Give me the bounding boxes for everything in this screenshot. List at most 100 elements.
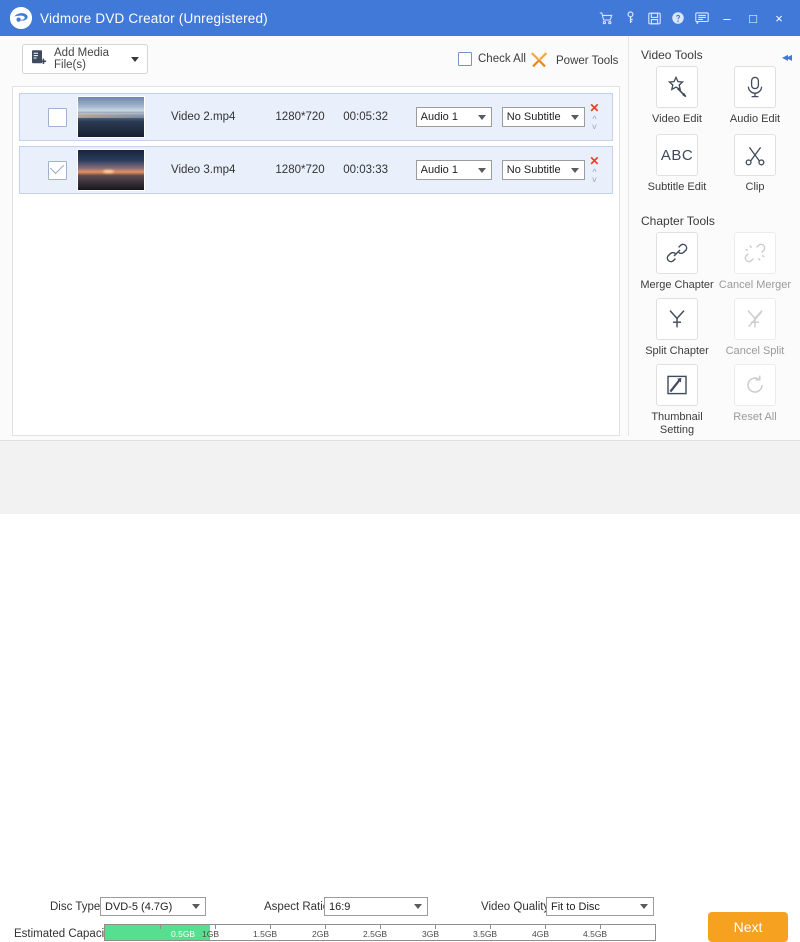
app-title: Vidmore DVD Creator (Unregistered) xyxy=(40,10,268,26)
file-duration: 00:03:33 xyxy=(343,164,389,176)
chevron-down-icon xyxy=(477,114,486,120)
close-icon[interactable]: ✕ xyxy=(585,155,604,167)
tool-label: Clip xyxy=(745,181,765,193)
file-resolution: 1280*720 xyxy=(275,111,325,123)
feedback-icon[interactable] xyxy=(690,6,714,30)
capacity-tick-label: 1GB xyxy=(202,929,220,939)
chevron-down-icon[interactable] xyxy=(131,56,139,62)
subtitle-select[interactable]: No Subtitle xyxy=(501,160,585,180)
disc-type-label: Disc Type xyxy=(50,901,101,913)
close-button[interactable]: × xyxy=(766,6,792,30)
chevron-down-icon xyxy=(570,114,579,120)
add-file-icon xyxy=(31,49,48,69)
file-name: Video 2.mp4 xyxy=(171,111,236,123)
audio-track-select[interactable]: Audio 1 xyxy=(415,107,492,127)
power-tools-button[interactable]: Power Tools xyxy=(530,50,618,71)
minimize-button[interactable]: – xyxy=(714,6,740,30)
tool-label: Audio Edit xyxy=(729,113,781,125)
audio-track-select[interactable]: Audio 1 xyxy=(415,160,492,180)
aspect-ratio-select[interactable]: 16:9 xyxy=(324,897,428,916)
subtitle-select[interactable]: No Subtitle xyxy=(501,107,585,127)
tool-label: Cancel Merger xyxy=(718,279,792,291)
maximize-button[interactable]: □ xyxy=(740,6,766,30)
row-checkbox[interactable] xyxy=(48,107,67,127)
tool-subtitle-edit[interactable]: ABC Subtitle Edit xyxy=(639,134,715,194)
capacity-label: Estimated Capacity: xyxy=(14,928,117,940)
chapter-tools-title: Chapter Tools xyxy=(641,214,715,228)
check-all-checkbox[interactable] xyxy=(458,52,472,66)
updown-icon[interactable]: ^ ˅ xyxy=(585,168,604,185)
file-name: Video 3.mp4 xyxy=(171,164,236,176)
aspect-ratio-value: 16:9 xyxy=(329,900,351,913)
save-icon[interactable] xyxy=(642,6,666,30)
capacity-tick-label: 3.5GB xyxy=(473,929,498,939)
title-bar: Vidmore DVD Creator (Unregistered) – □ × xyxy=(0,0,800,36)
add-media-label: Add Media File(s) xyxy=(54,47,109,71)
video-quality-select[interactable]: Fit to Disc xyxy=(546,897,654,916)
capacity-tick-label: 4GB xyxy=(532,929,550,939)
updown-icon[interactable]: ^ ˅ xyxy=(585,115,604,132)
link-icon xyxy=(656,232,698,274)
tools-sidebar: Video Tools ◂◂ Video Edit Audio Edit ABC… xyxy=(628,36,800,436)
table-row[interactable]: Video 3.mp4 1280*720 00:03:33 Audio 1 No… xyxy=(19,146,613,194)
tool-cancel-merger[interactable]: Cancel Merger xyxy=(717,232,793,292)
abc-glyph: ABC xyxy=(660,146,694,164)
chevron-down-icon xyxy=(414,904,422,909)
power-tools-icon xyxy=(530,50,548,71)
file-resolution: 1280*720 xyxy=(275,164,325,176)
scissors-icon xyxy=(734,134,776,176)
abc-icon: ABC xyxy=(656,134,698,176)
tool-label: Cancel Split xyxy=(725,345,785,357)
video-tools-title: Video Tools xyxy=(641,48,703,62)
capacity-fill-label: 0.5GB xyxy=(171,929,196,939)
tool-label: Subtitle Edit xyxy=(647,181,707,193)
table-row[interactable]: Video 2.mp4 1280*720 00:05:32 Audio 1 No… xyxy=(19,93,613,141)
reset-icon xyxy=(734,364,776,406)
tool-merge-chapter[interactable]: Merge Chapter xyxy=(639,232,715,292)
key-icon[interactable] xyxy=(618,6,642,30)
tool-cancel-split[interactable]: Cancel Split xyxy=(717,298,793,358)
chevron-down-icon xyxy=(640,904,648,909)
video-quality-label: Video Quality: xyxy=(481,901,553,913)
add-media-button[interactable]: Add Media File(s) xyxy=(22,44,148,74)
cancel-split-icon xyxy=(734,298,776,340)
row-controls: ✕ ^ ˅ xyxy=(585,102,604,132)
tool-thumbnail-setting[interactable]: Thumbnail Setting xyxy=(639,364,715,437)
cart-icon[interactable] xyxy=(594,6,618,30)
capacity-tick-label: 4.5GB xyxy=(583,929,608,939)
tool-label: Split Chapter xyxy=(645,345,709,357)
tool-video-edit[interactable]: Video Edit xyxy=(639,66,715,126)
audio-track-value: Audio 1 xyxy=(420,111,458,123)
broken-link-icon xyxy=(734,232,776,274)
tool-reset-all[interactable]: Reset All xyxy=(717,364,793,424)
capacity-bar: 0.5GB 1GB 1.5GB 2GB 2.5GB 3GB 3.5GB 4GB … xyxy=(104,924,656,941)
close-icon[interactable]: ✕ xyxy=(585,102,604,114)
capacity-tick-label: 2.5GB xyxy=(363,929,388,939)
video-thumbnail xyxy=(77,149,145,191)
row-checkbox[interactable] xyxy=(48,159,67,180)
tool-audio-edit[interactable]: Audio Edit xyxy=(717,66,793,126)
next-button[interactable]: Next xyxy=(708,912,788,942)
split-icon xyxy=(656,298,698,340)
file-list-panel: Video 2.mp4 1280*720 00:05:32 Audio 1 No… xyxy=(12,86,620,436)
collapse-left-icon[interactable]: ◂◂ xyxy=(782,50,792,64)
check-all-control[interactable]: Check All xyxy=(458,52,526,66)
chevron-down-icon xyxy=(477,167,486,173)
title-bar-controls: – □ × xyxy=(594,6,800,30)
tool-label: Reset All xyxy=(733,411,777,423)
tool-split-chapter[interactable]: Split Chapter xyxy=(639,298,715,358)
capacity-tick-label: 1.5GB xyxy=(253,929,278,939)
chevron-down-icon xyxy=(192,904,200,909)
tool-clip[interactable]: Clip xyxy=(717,134,793,194)
microphone-icon xyxy=(734,66,776,108)
audio-track-value: Audio 1 xyxy=(420,164,458,176)
row-controls: ✕ ^ ˅ xyxy=(585,155,604,185)
video-quality-value: Fit to Disc xyxy=(551,900,600,913)
magic-wand-icon xyxy=(656,66,698,108)
app-window: Vidmore DVD Creator (Unregistered) – □ ×… xyxy=(0,0,800,942)
disc-type-select[interactable]: DVD-5 (4.7G) xyxy=(100,897,206,916)
help-icon[interactable] xyxy=(666,6,690,30)
bottom-bar: Disc Type DVD-5 (4.7G) Aspect Ratio: 16:… xyxy=(0,440,800,942)
capacity-tick-label: 3GB xyxy=(422,929,440,939)
app-logo-icon xyxy=(10,7,32,29)
